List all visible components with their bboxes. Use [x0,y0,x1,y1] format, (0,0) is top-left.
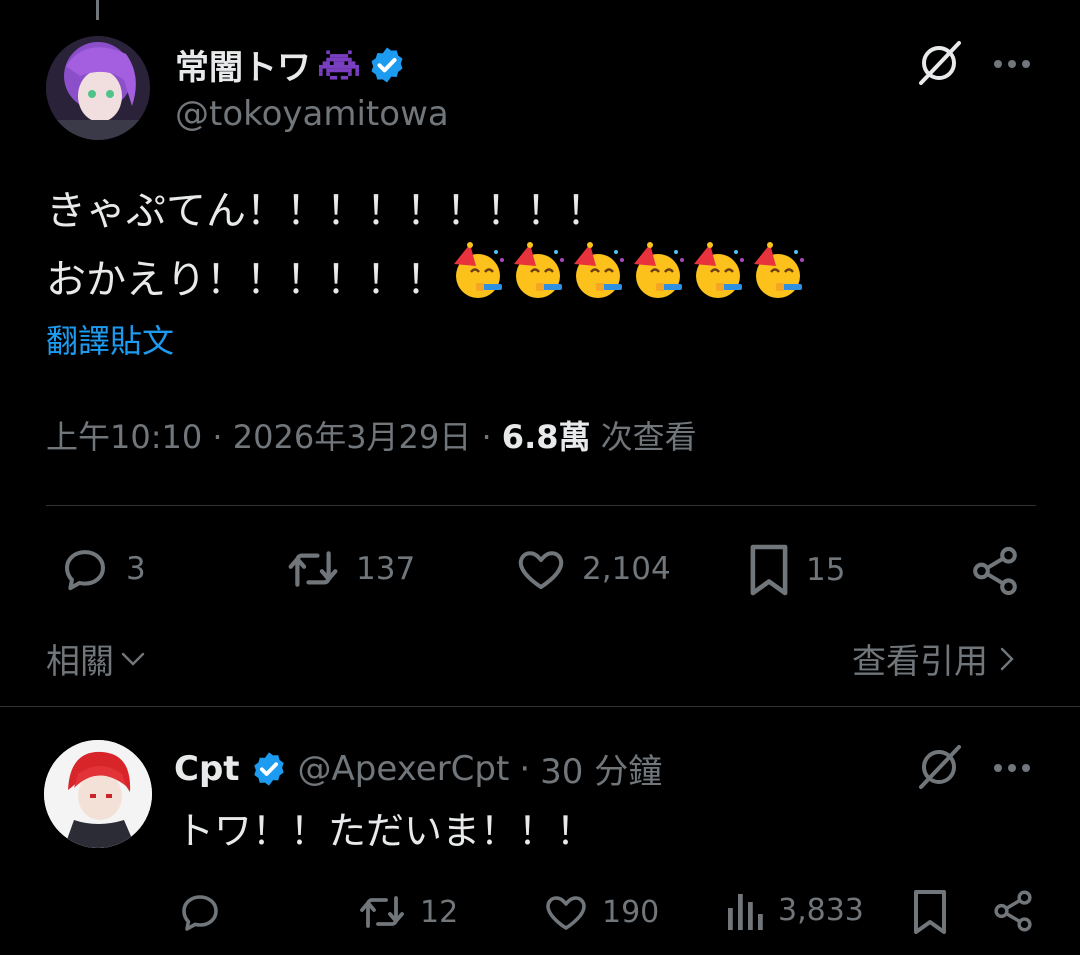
bookmark-count: 15 [806,552,846,588]
share-button[interactable] [968,544,1022,598]
view-quotes-link[interactable]: 查看引用 [852,634,1016,683]
post-time[interactable]: 上午10:10 [46,418,202,456]
chevron-right-icon [998,645,1016,673]
reply-header: Cpt @ApexerCpt · 30 分鐘 [174,744,662,793]
related-dropdown[interactable]: 相關 [46,634,146,683]
views-label: 次查看 [600,418,697,456]
bookmark-button[interactable]: 15 [746,542,845,598]
share-icon [968,544,1022,598]
reply-text: トワ！！ただいま！！！ [176,809,595,853]
like-button[interactable]: 2,104 [514,542,671,596]
emoji-row [446,242,806,318]
views-count: 6.8萬 [501,418,591,456]
avatar[interactable] [46,36,150,140]
reply-like-button[interactable]: 190 [542,888,659,936]
reply-count: 3 [126,551,146,587]
partying-face-emoji [628,242,686,300]
reply-time[interactable]: 30 分鐘 [540,744,662,793]
partying-face-emoji [748,242,806,300]
more-options-icon[interactable] [988,748,1036,788]
reply-views-count: 3,833 [778,892,864,928]
related-label: 相關 [46,642,114,682]
like-count: 2,104 [582,551,671,587]
partying-face-emoji [568,242,626,300]
divider [46,505,1036,506]
reply-reply-button[interactable] [176,888,224,936]
post-text-line-2: おかえり！！！！！！ [46,242,806,318]
partying-face-emoji [508,242,566,300]
translate-post-link[interactable]: 翻譯貼文 [46,316,174,362]
repost-icon [356,888,408,936]
meta-separator: · [212,418,233,456]
grok-icon[interactable] [912,740,966,794]
heart-icon [542,888,590,936]
verified-badge-icon [367,45,407,85]
reply-repost-button[interactable]: 12 [356,888,458,936]
reply-avatar[interactable] [44,740,152,848]
meta-separator: · [519,748,531,789]
post-text-line-1: きゃぷてん！！！！！！！！！ [46,188,606,234]
view-quotes-label: 查看引用 [852,642,988,682]
purple-invader-emoji [319,48,359,82]
author-name-row[interactable]: 常闇トワ [175,40,407,89]
post-text-line-2-text: おかえり！！！！！！ [46,257,446,303]
reply-repost-count: 12 [420,894,459,930]
chevron-down-icon [120,649,146,669]
thread-connector [96,0,99,20]
reply-views-button[interactable]: 3,833 [726,888,864,932]
reply-author-name[interactable]: Cpt [174,749,240,789]
reply-icon [176,888,224,936]
verified-badge-icon [250,750,288,788]
heart-icon [514,542,568,596]
more-options-icon[interactable] [988,44,1036,84]
author-name[interactable]: 常闇トワ [175,40,311,89]
grok-icon[interactable] [912,36,966,90]
partying-face-emoji [448,242,506,300]
divider [0,706,1080,707]
post-meta: 上午10:10 · 2026年3月29日 · 6.8萬 次查看 [46,412,697,458]
share-icon [990,888,1036,934]
reply-like-count: 190 [602,894,660,930]
reply-author-handle[interactable]: @ApexerCpt [298,749,510,789]
reply-bookmark-button[interactable] [910,888,950,936]
views-chart-icon [726,888,766,932]
reply-share-button[interactable] [990,888,1036,934]
reply-button[interactable]: 3 [58,542,146,596]
repost-count: 137 [356,551,416,587]
post-date[interactable]: 2026年3月29日 [233,418,472,456]
meta-separator: · [481,418,502,456]
bookmark-icon [910,888,950,936]
partying-face-emoji [688,242,746,300]
author-handle[interactable]: @tokoyamitowa [175,94,449,134]
post-text: きゃぷてん！！！！！！！！！ おかえり！！！！！！ [46,180,806,318]
repost-button[interactable]: 137 [284,542,415,596]
reply-icon [58,542,112,596]
bookmark-icon [746,542,792,598]
repost-icon [284,542,342,596]
